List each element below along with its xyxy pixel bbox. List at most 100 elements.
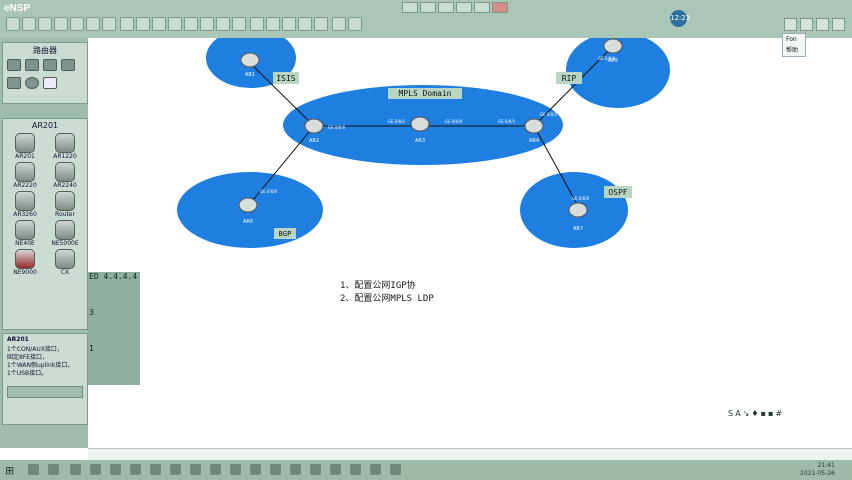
- bgp-label[interactable]: BGP: [279, 230, 292, 238]
- router-icon: [15, 191, 35, 211]
- start-device-button[interactable]: [250, 17, 264, 31]
- console-line: ED 4.4.4.4: [89, 272, 138, 281]
- fit-icon[interactable]: [800, 18, 813, 31]
- select-tool-button[interactable]: [120, 17, 134, 31]
- app-icon[interactable]: [310, 464, 321, 475]
- info-scrollbar[interactable]: [7, 386, 83, 398]
- firewall-category-icon[interactable]: [61, 59, 75, 71]
- cable-category-icon[interactable]: [43, 77, 57, 89]
- router-icon: [55, 249, 75, 269]
- device-item[interactable]: NE5000E: [45, 219, 85, 247]
- more-icon[interactable]: [832, 18, 845, 31]
- app-icon[interactable]: [90, 464, 101, 475]
- rectangle-tool-button[interactable]: [200, 17, 214, 31]
- device-item[interactable]: AR201: [5, 132, 45, 160]
- app-icon[interactable]: [370, 464, 381, 475]
- app-icon[interactable]: [250, 464, 261, 475]
- router-category-icon[interactable]: [7, 59, 21, 71]
- app-icon[interactable]: [70, 464, 81, 475]
- font-icon[interactable]: A: [735, 409, 742, 418]
- device-item[interactable]: CX: [45, 248, 85, 276]
- help-button[interactable]: [348, 17, 362, 31]
- delete-all-button[interactable]: [168, 17, 182, 31]
- ellipse-tool-button[interactable]: [216, 17, 230, 31]
- save-button[interactable]: [38, 17, 52, 31]
- app-icon[interactable]: [390, 464, 401, 475]
- console-snippet[interactable]: ED 4.4.4.4 3 1: [88, 272, 140, 385]
- app-icon[interactable]: [330, 464, 341, 475]
- windows-start-icon[interactable]: ⊞: [5, 464, 14, 477]
- palette-button[interactable]: [232, 17, 246, 31]
- maximize-icon[interactable]: [474, 2, 490, 13]
- capture-button[interactable]: [282, 17, 296, 31]
- device-item[interactable]: Router: [45, 190, 85, 218]
- steps-note[interactable]: 1、配置公网IGP协 2、配置公网MPLS LDP: [340, 280, 434, 306]
- terminal-category-icon[interactable]: [7, 77, 21, 89]
- restore-icon[interactable]: [456, 2, 472, 13]
- save-as-button[interactable]: [54, 17, 68, 31]
- view-icon[interactable]: [784, 18, 797, 31]
- port-label: GE 0/0/2: [540, 112, 558, 117]
- device-label: AR201: [15, 153, 35, 160]
- topology-button[interactable]: [298, 17, 312, 31]
- isis-label[interactable]: ISIS: [276, 74, 295, 83]
- text-tool-button[interactable]: [184, 17, 198, 31]
- info-title: AR201: [7, 336, 29, 343]
- taskview-icon[interactable]: [48, 464, 59, 475]
- device-item[interactable]: AR2240: [45, 161, 85, 189]
- device-item[interactable]: NE9000: [5, 248, 45, 276]
- cloud-category-icon[interactable]: [25, 77, 39, 89]
- zoom-icon[interactable]: [816, 18, 829, 31]
- undo-button[interactable]: [86, 17, 100, 31]
- app-icon[interactable]: [150, 464, 161, 475]
- device-item[interactable]: NE40E: [5, 219, 45, 247]
- device-item[interactable]: AR1220: [45, 132, 85, 160]
- port-label: GE 0/0/1: [388, 119, 406, 124]
- app-icon[interactable]: [190, 464, 201, 475]
- device-list-panel: AR201 AR201 AR1220 AR2220 AR2240 AR3260 …: [2, 118, 88, 330]
- grid-icon[interactable]: #: [775, 409, 784, 418]
- device-label: Router: [55, 211, 75, 218]
- mpls-domain-label[interactable]: MPLS Domain: [399, 89, 452, 98]
- app-icon[interactable]: [130, 464, 141, 475]
- delete-button[interactable]: [152, 17, 166, 31]
- app-icon[interactable]: [210, 464, 221, 475]
- interface-button[interactable]: [314, 17, 328, 31]
- device-label: AR3260: [13, 211, 37, 218]
- skin-icon[interactable]: ▪: [761, 409, 768, 418]
- stop-device-button[interactable]: [266, 17, 280, 31]
- app-icon[interactable]: [290, 464, 301, 475]
- search-icon[interactable]: [28, 464, 39, 475]
- ospf-label[interactable]: OSPF: [608, 188, 627, 197]
- clock-badge: 12:23: [670, 10, 690, 27]
- step-1: 1、配置公网IGP协: [340, 281, 416, 291]
- app-icon[interactable]: [170, 464, 181, 475]
- rip-label[interactable]: RIP: [562, 74, 577, 83]
- close-icon[interactable]: [492, 2, 508, 13]
- window-icon[interactable]: [420, 2, 436, 13]
- menu-icon[interactable]: [402, 2, 418, 13]
- settings-button[interactable]: [332, 17, 346, 31]
- router-label: AR4: [529, 138, 539, 144]
- app-icon[interactable]: [230, 464, 241, 475]
- taskbar: ⊞ 21:41 2021-05-26: [0, 460, 852, 480]
- open-button[interactable]: [22, 17, 36, 31]
- system-clock[interactable]: 21:41 2021-05-26: [800, 462, 835, 478]
- app-icon[interactable]: [270, 464, 281, 475]
- app-icon[interactable]: [110, 464, 121, 475]
- device-label: CX: [60, 269, 70, 276]
- topology-canvas[interactable]: AR1 AR2 AR3 AR4 AR5 AR6 AR7 GE 0/0/0 GE …: [88, 38, 852, 448]
- device-item[interactable]: AR2220: [5, 161, 45, 189]
- input-method-toolbar[interactable]: SA↘♦▪▪#: [728, 409, 784, 418]
- redo-button[interactable]: [102, 17, 116, 31]
- move-tool-button[interactable]: [136, 17, 150, 31]
- app-icon[interactable]: [350, 464, 361, 475]
- switch-category-icon[interactable]: [25, 59, 39, 71]
- new-topology-button[interactable]: [6, 17, 20, 31]
- print-button[interactable]: [70, 17, 84, 31]
- minimize-icon[interactable]: [438, 2, 454, 13]
- mic-icon[interactable]: ♦: [751, 409, 760, 418]
- wlan-category-icon[interactable]: [43, 59, 57, 71]
- device-item[interactable]: AR3260: [5, 190, 45, 218]
